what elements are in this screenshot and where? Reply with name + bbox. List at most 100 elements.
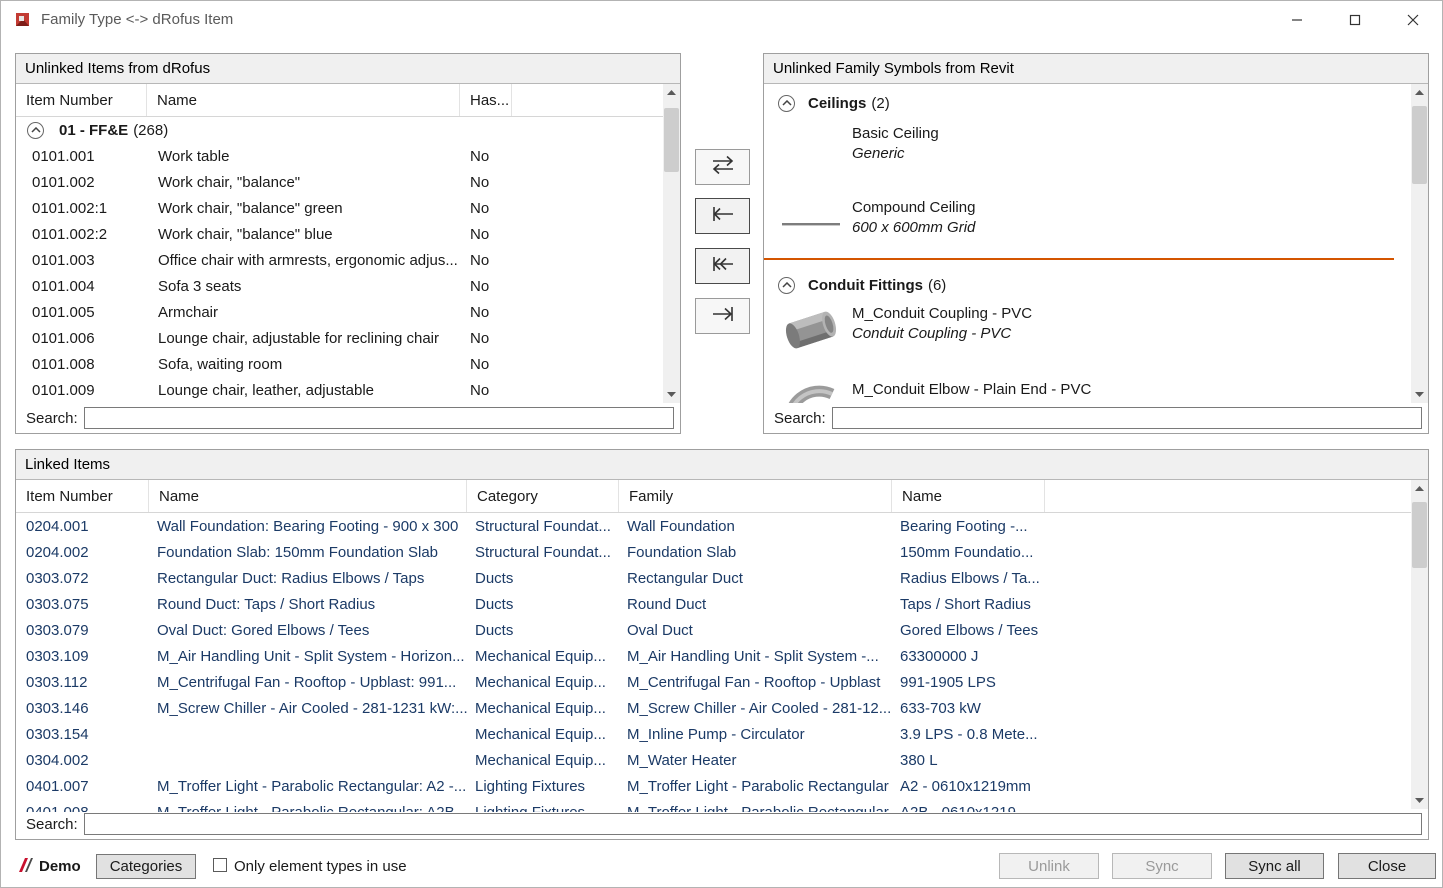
- linked-row[interactable]: 0204.001Wall Foundation: Bearing Footing…: [16, 513, 1411, 539]
- linked-row[interactable]: 0303.072Rectangular Duct: Radius Elbows …: [16, 565, 1411, 591]
- linked-row[interactable]: 0401.007M_Troffer Light - Parabolic Rect…: [16, 773, 1411, 799]
- unlinked-revit-title: Unlinked Family Symbols from Revit: [773, 60, 1014, 77]
- unlink-to-right-button[interactable]: [695, 298, 750, 334]
- column-header-item-number[interactable]: Item Number: [16, 480, 149, 512]
- drofus-item-row[interactable]: 0101.004Sofa 3 seatsNo: [16, 273, 663, 299]
- collapse-chevron-icon[interactable]: [778, 277, 795, 294]
- name-cell: Sofa 3 seats: [147, 278, 460, 295]
- item-number-cell: 0101.002: [16, 174, 147, 191]
- categories-button[interactable]: Categories: [96, 854, 196, 879]
- group-count: (2): [871, 95, 889, 112]
- linked-row[interactable]: 0303.079Oval Duct: Gored Elbows / TeesDu…: [16, 617, 1411, 643]
- close-dialog-button[interactable]: Close: [1338, 853, 1436, 879]
- window-controls: [1268, 1, 1442, 38]
- linked-row[interactable]: 0303.075Round Duct: Taps / Short RadiusD…: [16, 591, 1411, 617]
- type-name-cell: 991-1905 LPS: [892, 674, 1045, 691]
- drofus-item-row[interactable]: 0101.002:2Work chair, "balance" blueNo: [16, 221, 663, 247]
- swap-arrows-icon: [710, 155, 736, 179]
- item-number-cell: 0303.154: [16, 726, 149, 743]
- only-in-use-checkbox[interactable]: [213, 858, 227, 872]
- family-symbol-item[interactable]: M_Conduit Elbow - Plain End - PVC Condui…: [764, 380, 1411, 403]
- category-cell: Ducts: [467, 622, 619, 639]
- drofus-rows: 01 - FF&E (268) 0101.001Work tableNo 010…: [16, 117, 663, 404]
- drofus-item-row[interactable]: 0101.009Lounge chair, leather, adjustabl…: [16, 377, 663, 403]
- maximize-button[interactable]: [1326, 1, 1384, 38]
- scroll-thumb[interactable]: [1412, 502, 1427, 568]
- unlinked-drofus-header: Unlinked Items from dRofus: [16, 54, 680, 84]
- linked-row[interactable]: 0304.002Mechanical Equip...M_Water Heate…: [16, 747, 1411, 773]
- sync-all-button[interactable]: Sync all: [1225, 853, 1324, 879]
- sync-button[interactable]: Sync: [1112, 853, 1212, 879]
- linked-scrollbar[interactable]: [1411, 480, 1428, 809]
- scroll-down-icon[interactable]: [1411, 792, 1428, 809]
- drofus-search-row: Search:: [16, 403, 680, 433]
- column-header-item-number[interactable]: Item Number: [16, 84, 147, 116]
- linked-row[interactable]: 0204.002Foundation Slab: 150mm Foundatio…: [16, 539, 1411, 565]
- scroll-down-icon[interactable]: [663, 386, 680, 403]
- scroll-thumb[interactable]: [664, 108, 679, 172]
- scroll-thumb[interactable]: [1412, 106, 1427, 184]
- drofus-item-row[interactable]: 0101.002Work chair, "balance"No: [16, 169, 663, 195]
- column-header-name[interactable]: Name: [149, 480, 467, 512]
- drofus-item-row[interactable]: 0101.001Work tableNo: [16, 143, 663, 169]
- linked-row[interactable]: 0303.146M_Screw Chiller - Air Cooled - 2…: [16, 695, 1411, 721]
- category-cell: Structural Foundat...: [467, 518, 619, 535]
- scroll-up-icon[interactable]: [1411, 84, 1428, 101]
- drofus-item-row[interactable]: 0101.006Lounge chair, adjustable for rec…: [16, 325, 663, 351]
- search-label: Search:: [26, 816, 78, 833]
- family-symbol-item[interactable]: Basic Ceiling Generic: [764, 124, 1411, 176]
- family-symbol-item[interactable]: M_Conduit Coupling - PVC Conduit Couplin…: [764, 304, 1411, 356]
- column-header-category[interactable]: Category: [467, 480, 619, 512]
- collapse-chevron-icon[interactable]: [27, 122, 44, 139]
- drofus-item-row[interactable]: 0101.005ArmchairNo: [16, 299, 663, 325]
- item-number-cell: 0303.109: [16, 648, 149, 665]
- linked-row[interactable]: 0303.112M_Centrifugal Fan - Rooftop - Up…: [16, 669, 1411, 695]
- scroll-up-icon[interactable]: [663, 84, 680, 101]
- has-cell: No: [460, 382, 512, 399]
- scroll-down-icon[interactable]: [1411, 386, 1428, 403]
- name-cell: Work chair, "balance" green: [147, 200, 460, 217]
- has-cell: No: [460, 356, 512, 373]
- linked-row[interactable]: 0303.109M_Air Handling Unit - Split Syst…: [16, 643, 1411, 669]
- type-name-cell: A2 - 0610x1219mm: [892, 778, 1045, 795]
- drofus-search-input[interactable]: [84, 407, 674, 429]
- has-cell: No: [460, 304, 512, 321]
- column-header-type-name[interactable]: Name: [892, 480, 1045, 512]
- family-symbol-item[interactable]: Compound Ceiling 600 x 600mm Grid: [764, 198, 1411, 250]
- revit-search-input[interactable]: [832, 407, 1422, 429]
- drofus-app-icon: [14, 11, 31, 28]
- drofus-group-row[interactable]: 01 - FF&E (268): [16, 117, 663, 143]
- link-selected-button[interactable]: [695, 198, 750, 234]
- link-all-button[interactable]: [695, 248, 750, 284]
- group-count: (6): [928, 277, 946, 294]
- item-number-cell: 0101.004: [16, 278, 147, 295]
- revit-group-ceilings[interactable]: Ceilings (2): [764, 90, 1411, 116]
- drofus-item-row[interactable]: 0101.002:1Work chair, "balance" greenNo: [16, 195, 663, 221]
- family-type-drofus-dialog: Family Type <-> dRofus Item Unlinked Ite…: [0, 0, 1443, 888]
- revit-scrollbar[interactable]: [1411, 84, 1428, 403]
- search-label: Search:: [774, 410, 826, 427]
- close-button[interactable]: [1384, 1, 1442, 38]
- category-cell: Mechanical Equip...: [467, 674, 619, 691]
- has-cell: No: [460, 148, 512, 165]
- scroll-up-icon[interactable]: [1411, 480, 1428, 497]
- drofus-item-row[interactable]: 0101.003Office chair with armrests, ergo…: [16, 247, 663, 273]
- name-cell: M_Troffer Light - Parabolic Rectangular:…: [149, 778, 467, 795]
- drofus-table-header: Item Number Name Has...: [16, 84, 680, 117]
- category-cell: Mechanical Equip...: [467, 726, 619, 743]
- name-cell: Rectangular Duct: Radius Elbows / Taps: [149, 570, 467, 587]
- column-header-family[interactable]: Family: [619, 480, 892, 512]
- minimize-button[interactable]: [1268, 1, 1326, 38]
- linked-search-input[interactable]: [84, 813, 1422, 835]
- collapse-chevron-icon[interactable]: [778, 95, 795, 112]
- column-header-has[interactable]: Has...: [460, 84, 512, 116]
- linked-row[interactable]: 0303.154Mechanical Equip...M_Inline Pump…: [16, 721, 1411, 747]
- drofus-scrollbar[interactable]: [663, 84, 680, 403]
- unlink-button[interactable]: Unlink: [999, 853, 1099, 879]
- group-label: Conduit Fittings: [808, 277, 923, 294]
- link-swap-button[interactable]: [695, 149, 750, 185]
- revit-group-conduit-fittings[interactable]: Conduit Fittings (6): [764, 272, 1411, 298]
- column-header-name[interactable]: Name: [147, 84, 460, 116]
- drofus-item-row[interactable]: 0101.008Sofa, waiting roomNo: [16, 351, 663, 377]
- name-cell: Wall Foundation: Bearing Footing - 900 x…: [149, 518, 467, 535]
